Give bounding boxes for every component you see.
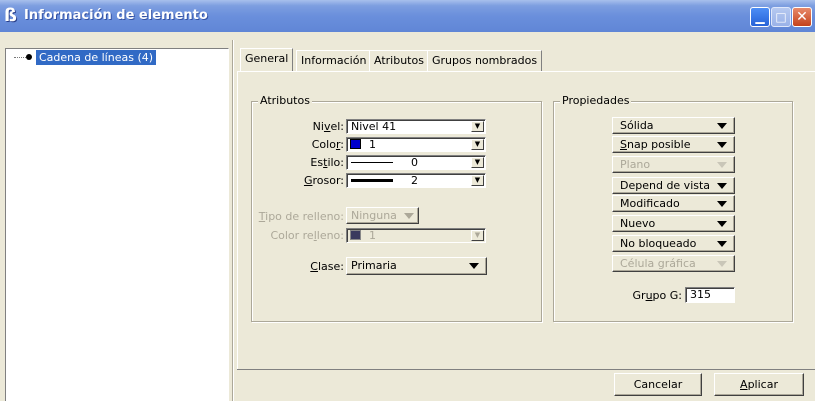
graphic-cell-toggle[interactable]: Célula gráfica — [612, 255, 735, 272]
fill-color-label: Color relleno: — [270, 229, 344, 242]
tab-grupos-nombrados[interactable]: Grupos nombrados — [427, 50, 543, 72]
graphic-cell-label: Célula gráfica — [620, 257, 696, 270]
weight-label: Grosor: — [303, 174, 344, 187]
fill-type-label: Tipo de relleno: — [258, 210, 344, 223]
dropdown-arrow-icon — [469, 263, 479, 269]
tab-general[interactable]: General — [240, 48, 294, 72]
color-label: Color: — [311, 138, 344, 151]
minimize-button[interactable]: ▁ — [750, 7, 770, 27]
dropdown-arrow-icon: ▼ — [471, 230, 484, 241]
element-tree[interactable]: Cadena de líneas (4) — [5, 48, 229, 401]
fill-color-select[interactable]: 1 ▼ — [346, 228, 486, 243]
solid-label: Sólida — [620, 119, 654, 132]
weight-select[interactable]: 2 ▼ — [346, 173, 486, 188]
snap-label: Snap posible — [620, 138, 691, 151]
level-label: Nivel: — [312, 120, 344, 133]
close-icon: ✕ — [796, 9, 808, 25]
level-select[interactable]: Nivel 41 ▼ — [346, 119, 486, 134]
lock-toggle[interactable]: No bloqueado — [612, 235, 735, 252]
dropdown-arrow-icon — [717, 142, 727, 148]
plane-toggle[interactable]: Plano — [612, 156, 735, 173]
fill-type-value: Ninguna — [351, 209, 397, 222]
fill-color-swatch — [350, 230, 361, 240]
tab-atributos[interactable]: Atributos — [369, 50, 429, 72]
maximize-button[interactable]: □ — [771, 7, 791, 27]
dropdown-arrow-icon: ▼ — [471, 121, 484, 132]
dropdown-arrow-icon — [717, 261, 727, 267]
color-value: 1 — [369, 138, 376, 151]
dropdown-arrow-icon: ▼ — [471, 157, 484, 168]
plane-label: Plano — [620, 158, 651, 171]
apply-button[interactable]: Aplicar — [714, 373, 804, 396]
modified-toggle[interactable]: Modificado — [612, 195, 735, 212]
cancel-button[interactable]: Cancelar — [614, 373, 702, 396]
level-value: Nivel 41 — [351, 120, 397, 133]
fill-type-select[interactable]: Ninguna — [346, 207, 419, 224]
tab-informacion[interactable]: Información — [296, 50, 372, 72]
solid-toggle[interactable]: Sólida — [612, 117, 735, 134]
new-toggle[interactable]: Nuevo — [612, 215, 735, 232]
graphic-group-label: Grupo G: — [632, 289, 682, 302]
window-title: Información de elemento — [24, 8, 208, 23]
tree-item-label[interactable]: Cadena de líneas (4) — [36, 50, 157, 65]
dropdown-arrow-icon — [717, 221, 727, 227]
line-weight-sample — [351, 179, 393, 182]
panel-divider — [237, 369, 815, 370]
lock-label: No bloqueado — [620, 237, 697, 250]
style-select[interactable]: 0 ▼ — [346, 155, 486, 170]
line-style-sample — [351, 162, 393, 163]
class-label: Clase: — [310, 260, 344, 273]
title-bar[interactable]: ß Información de elemento ▁ □ ✕ — [0, 0, 815, 32]
class-value: Primaria — [351, 259, 397, 272]
dropdown-arrow-icon: ▼ — [471, 175, 484, 186]
dropdown-arrow-icon — [717, 201, 727, 207]
graphic-group-input[interactable]: 315 — [685, 287, 735, 303]
color-select[interactable]: 1 ▼ — [346, 137, 486, 152]
modified-label: Modificado — [620, 197, 680, 210]
app-icon: ß — [4, 5, 17, 26]
properties-group-title: Propiedades — [560, 94, 632, 107]
new-label: Nuevo — [620, 217, 656, 230]
dropdown-arrow-icon — [717, 123, 727, 129]
dropdown-arrow-icon — [717, 162, 727, 168]
weight-value: 2 — [411, 174, 418, 187]
dropdown-arrow-icon — [717, 241, 727, 247]
minimize-icon: ▁ — [755, 10, 765, 24]
bullet-icon — [26, 54, 32, 60]
view-dependent-label: Depend de vista — [620, 179, 711, 192]
attributes-group-title: Atributos — [258, 94, 312, 107]
view-dependent-toggle[interactable]: Depend de vista — [612, 177, 735, 194]
dropdown-arrow-icon — [404, 213, 414, 219]
close-button[interactable]: ✕ — [792, 7, 812, 27]
maximize-icon: □ — [775, 10, 787, 24]
dropdown-arrow-icon: ▼ — [471, 139, 484, 150]
color-swatch — [350, 139, 361, 149]
class-select[interactable]: Primaria — [346, 257, 487, 275]
fill-color-value: 1 — [369, 229, 376, 242]
snap-toggle[interactable]: Snap posible — [612, 136, 735, 153]
dropdown-arrow-icon — [717, 183, 727, 189]
splitter[interactable] — [232, 40, 234, 401]
style-label: Estilo: — [310, 156, 344, 169]
style-value: 0 — [411, 156, 418, 169]
